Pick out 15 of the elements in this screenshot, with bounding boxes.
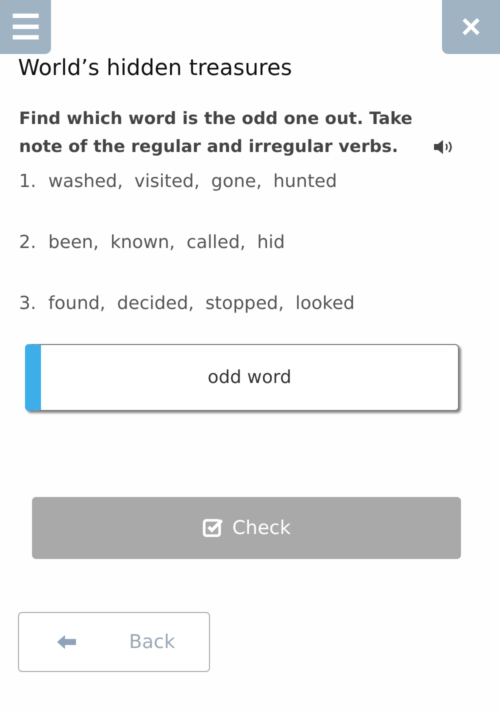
word-list: washed, visited, gone, hunted — [48, 171, 338, 222]
checkbox-icon — [202, 517, 224, 539]
item-number: 3. — [19, 293, 36, 316]
speaker-icon[interactable] — [433, 139, 455, 155]
page-title: World’s hidden treasures — [18, 56, 294, 81]
item-number: 2. — [19, 232, 36, 255]
arrow-left-icon — [57, 634, 77, 650]
close-button[interactable]: × — [442, 0, 500, 54]
item-number: 1. — [19, 171, 36, 194]
menu-button[interactable]: ☰ — [0, 0, 51, 54]
word-list: found, decided, stopped, looked — [48, 293, 355, 344]
back-button[interactable]: Back — [18, 612, 210, 672]
answer-field[interactable]: odd word — [25, 344, 459, 411]
word-list: been, known, called, hid — [48, 232, 285, 283]
instruction-text: Find which word is the odd one out. Take note of the regular and irregular verbs. — [19, 108, 414, 159]
